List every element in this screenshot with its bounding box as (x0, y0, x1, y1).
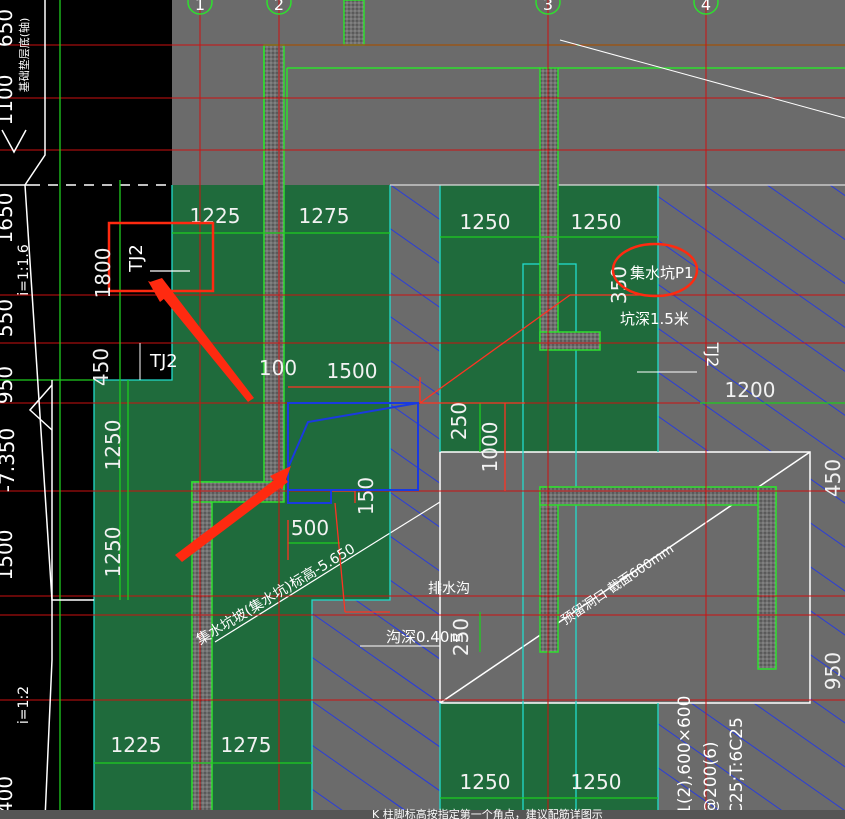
wall-pit-top (539, 486, 777, 506)
beam-note-2: @200(6) (701, 741, 721, 815)
elev-1500: 1500 (0, 530, 17, 581)
dim-right-450: 450 (821, 459, 845, 497)
dim-top-1250b: 1250 (571, 210, 622, 234)
tj2-left-label: TJ2 (149, 351, 178, 372)
beam-note-3: C25;T:6C25 (727, 717, 747, 815)
dim-bottom-1225: 1225 (111, 733, 162, 757)
dim-bottom-1250b: 1250 (571, 770, 622, 794)
dim-500: 500 (291, 516, 329, 540)
elev-note-top: 基础垫层底(轴) (17, 18, 31, 93)
elev-950: 950 (0, 366, 17, 404)
dim-left-450: 450 (89, 348, 113, 386)
elev-400: 400 (0, 776, 17, 814)
elev-650: 650 (0, 9, 17, 47)
dim-left-1250a: 1250 (101, 420, 125, 471)
elev-slope2: i=1:2 (16, 686, 32, 724)
axis-label-2: 2 (274, 0, 284, 14)
dim-tj2-1800: 1800 (91, 248, 115, 299)
dim-right-950: 950 (821, 652, 845, 690)
dim-1200: 1200 (725, 378, 776, 402)
elev-neg7350: -7.350 (0, 428, 19, 492)
tj2-right-label: TJ2 (703, 342, 722, 368)
dim-left-1250b: 1250 (101, 527, 125, 578)
wall-pit-right (757, 486, 777, 670)
dim-1500: 1500 (327, 359, 378, 383)
axis-label-3: 3 (543, 0, 553, 14)
wall-axis3-stub (539, 331, 601, 351)
foundation-green-bottom-right (440, 703, 658, 819)
wall-top-stub (343, 0, 365, 46)
dim-top-1250a: 1250 (460, 210, 511, 234)
dim-bottom-1275: 1275 (221, 733, 272, 757)
wall-axis2 (263, 44, 285, 491)
dim-top-1275: 1275 (299, 204, 350, 228)
cad-drawing-canvas[interactable]: 1 2 3 4 1225 1275 1250 1250 TJ2 1800 TJ2… (0, 0, 845, 819)
dim-150: 150 (354, 477, 378, 515)
axis-label-1: 1 (195, 0, 205, 14)
axis-label-4: 4 (701, 0, 711, 14)
elev-1650: 1650 (0, 193, 17, 244)
pit-label: 集水坑P1 (630, 264, 694, 282)
tj2-box-label: TJ2 (126, 244, 147, 273)
dim-100: 100 (259, 356, 297, 380)
dim-top-1225: 1225 (190, 204, 241, 228)
drain-depth-label: 沟深0.40m (386, 628, 464, 646)
dim-1000: 1000 (478, 422, 502, 473)
pit-depth-label: 坑深1.5米 (620, 310, 689, 328)
dim-bottom-1250a: 1250 (460, 770, 511, 794)
elev-1100: 1100 (0, 75, 17, 126)
elev-550: 550 (0, 299, 17, 337)
bottom-note: K 柱脚标高按指定第一个角点，建议配筋详图示 (372, 807, 603, 819)
beam-note-1: 1(2),600×600 (675, 696, 695, 815)
wall-pit-left (539, 486, 559, 653)
drain-label: 排水沟 (428, 581, 470, 597)
foundation-green-mid (440, 340, 658, 452)
dim-250: 250 (447, 402, 471, 440)
